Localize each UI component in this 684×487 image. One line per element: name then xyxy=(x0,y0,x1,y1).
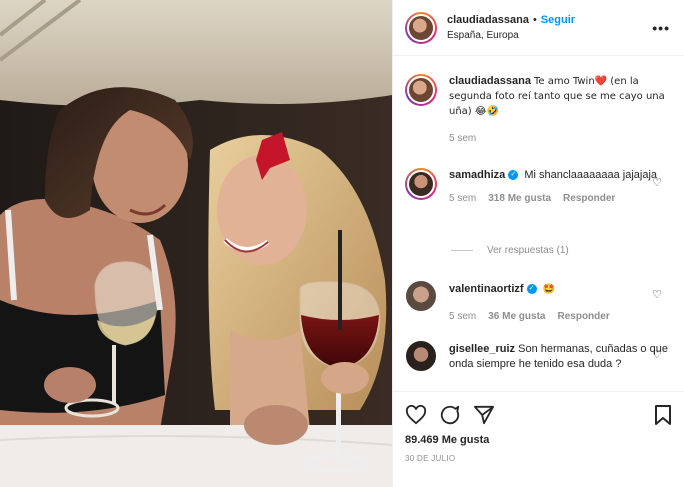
follow-button[interactable]: Seguir xyxy=(541,13,575,28)
comment-avatar[interactable] xyxy=(405,280,437,312)
comment-likes[interactable]: 318 Me gusta xyxy=(488,193,551,204)
heart-icon[interactable] xyxy=(405,405,427,425)
reply-button[interactable]: Responder xyxy=(557,311,609,322)
comment-avatar[interactable] xyxy=(405,340,437,372)
comment-text: 🤩 xyxy=(542,284,556,295)
verified-icon: ✓ xyxy=(526,284,537,295)
reply-button[interactable]: Responder xyxy=(563,193,615,204)
caption-time[interactable]: 5 sem xyxy=(449,133,476,144)
separator-dot: • xyxy=(532,13,537,26)
comment-username[interactable]: gisellee_ruiz xyxy=(449,343,515,355)
caption: claudiadassana Te amo Twin❤️ (en la segu… xyxy=(405,74,670,144)
post-header: claudiadassana • Seguir España, Europa •… xyxy=(393,0,684,56)
author-avatar[interactable] xyxy=(405,11,437,44)
comment-item: gisellee_ruiz Son hermanas, cuñadas o qu… xyxy=(405,340,670,372)
view-replies-button[interactable]: Ver respuestas (1) xyxy=(451,245,569,256)
author-username[interactable]: claudiadassana xyxy=(447,13,529,28)
caption-text: claudiadassana Te amo Twin❤️ (en la segu… xyxy=(449,74,670,119)
bookmark-icon[interactable] xyxy=(654,404,672,426)
comment-heart-icon[interactable]: ♡ xyxy=(652,176,662,189)
action-bar: 89.469 Me gusta 30 DE JULIO xyxy=(393,391,684,463)
comment-time[interactable]: 5 sem xyxy=(449,193,476,204)
view-replies-label: Ver respuestas (1) xyxy=(487,245,569,256)
caption-username[interactable]: claudiadassana xyxy=(449,75,531,87)
more-icon[interactable]: ••• xyxy=(652,20,670,36)
photo-illustration xyxy=(0,0,392,487)
comment-time[interactable]: 5 sem xyxy=(449,311,476,322)
verified-icon: ✓ xyxy=(508,170,519,181)
post-container: claudiadassana • Seguir España, Europa •… xyxy=(0,0,684,487)
comment-avatar[interactable] xyxy=(405,168,437,200)
share-icon[interactable] xyxy=(473,405,495,425)
replies-divider xyxy=(451,250,473,251)
comment-heart-icon[interactable]: ♡ xyxy=(652,348,662,361)
comment-item: valentinaortizf ✓ 🤩 5 sem 36 Me gusta Res… xyxy=(405,280,670,322)
comments-section[interactable]: claudiadassana Te amo Twin❤️ (en la segu… xyxy=(393,58,684,391)
likes-count[interactable]: 89.469 Me gusta xyxy=(405,434,672,446)
comment-icon[interactable] xyxy=(439,404,461,426)
comment-likes[interactable]: 36 Me gusta xyxy=(488,311,545,322)
side-panel: claudiadassana • Seguir España, Europa •… xyxy=(392,0,684,487)
post-photo[interactable] xyxy=(0,0,392,487)
comment-username[interactable]: samadhiza xyxy=(449,169,505,181)
comment-item: samadhiza ✓ Mi shanclaaaaaaaa jajajaja 5 … xyxy=(405,168,670,204)
comment-username[interactable]: valentinaortizf xyxy=(449,283,524,295)
caption-avatar[interactable] xyxy=(405,74,437,106)
comment-heart-icon[interactable]: ♡ xyxy=(652,288,662,301)
comment-text: Mi shanclaaaaaaaa jajajaja xyxy=(524,169,658,181)
header-text: claudiadassana • Seguir España, Europa xyxy=(447,13,575,43)
location-link[interactable]: España, Europa xyxy=(447,28,575,43)
post-date[interactable]: 30 DE JULIO xyxy=(405,454,672,463)
